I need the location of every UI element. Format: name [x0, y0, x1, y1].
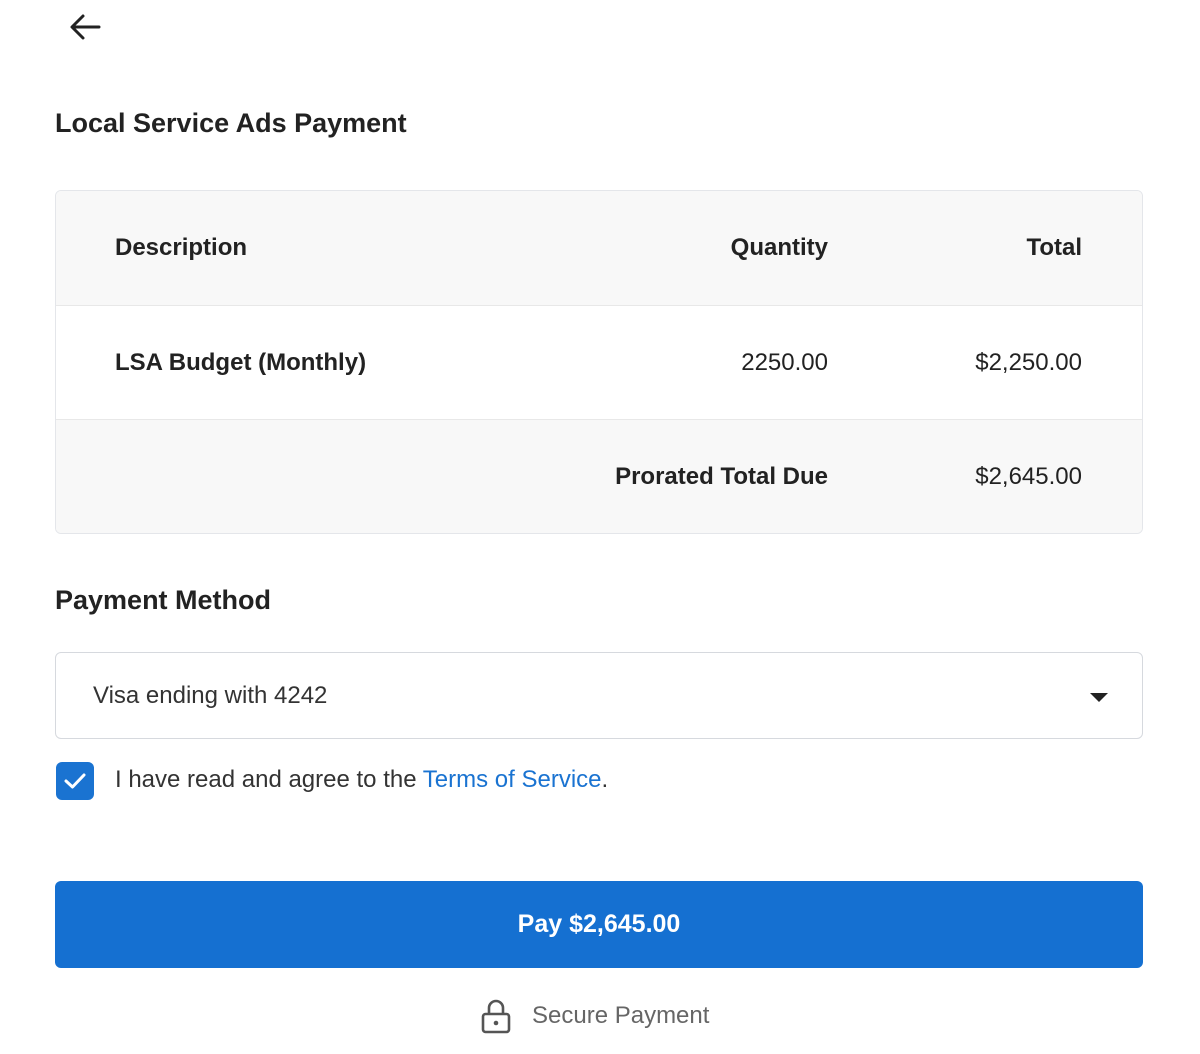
- terms-checkbox[interactable]: [56, 762, 94, 800]
- column-header-quantity: Quantity: [730, 234, 828, 261]
- payment-method-select[interactable]: Visa ending with 4242: [55, 652, 1143, 739]
- column-header-description: Description: [115, 234, 248, 261]
- terms-text-before: I have read and agree to the: [115, 766, 423, 793]
- table-summary-row: Prorated Total Due $2,645.00: [56, 420, 1142, 533]
- payment-page: Local Service Ads Payment Description Qu…: [0, 0, 1200, 1054]
- row-total: $2,250.00: [975, 348, 1082, 376]
- row-quantity: 2250.00: [741, 348, 828, 376]
- summary-label: Prorated Total Due: [615, 462, 828, 490]
- row-description: LSA Budget (Monthly): [115, 348, 367, 376]
- lock-icon: [480, 998, 512, 1034]
- column-header-total: Total: [1026, 234, 1082, 261]
- secure-payment-note: Secure Payment: [480, 998, 709, 1034]
- table-header-row: Description Quantity Total: [56, 191, 1142, 305]
- caret-down-icon: [1090, 693, 1108, 702]
- payment-method-title: Payment Method: [55, 585, 272, 615]
- pay-button[interactable]: Pay $2,645.00: [55, 881, 1143, 968]
- terms-agreement-text: I have read and agree to the Terms of Se…: [115, 766, 608, 794]
- terms-text-after: .: [601, 766, 609, 793]
- payment-method-value: Visa ending with 4242: [93, 681, 328, 709]
- secure-payment-label: Secure Payment: [532, 1002, 710, 1029]
- checkmark-icon: [64, 773, 86, 789]
- back-button[interactable]: [62, 8, 108, 46]
- table-row: LSA Budget (Monthly) 2250.00 $2,250.00: [56, 305, 1142, 420]
- summary-total: $2,645.00: [975, 462, 1082, 490]
- page-title: Local Service Ads Payment: [55, 108, 407, 138]
- order-summary-table: Description Quantity Total LSA Budget (M…: [55, 190, 1143, 534]
- terms-of-service-link[interactable]: Terms of Service: [423, 766, 602, 793]
- arrow-left-icon: [70, 14, 101, 40]
